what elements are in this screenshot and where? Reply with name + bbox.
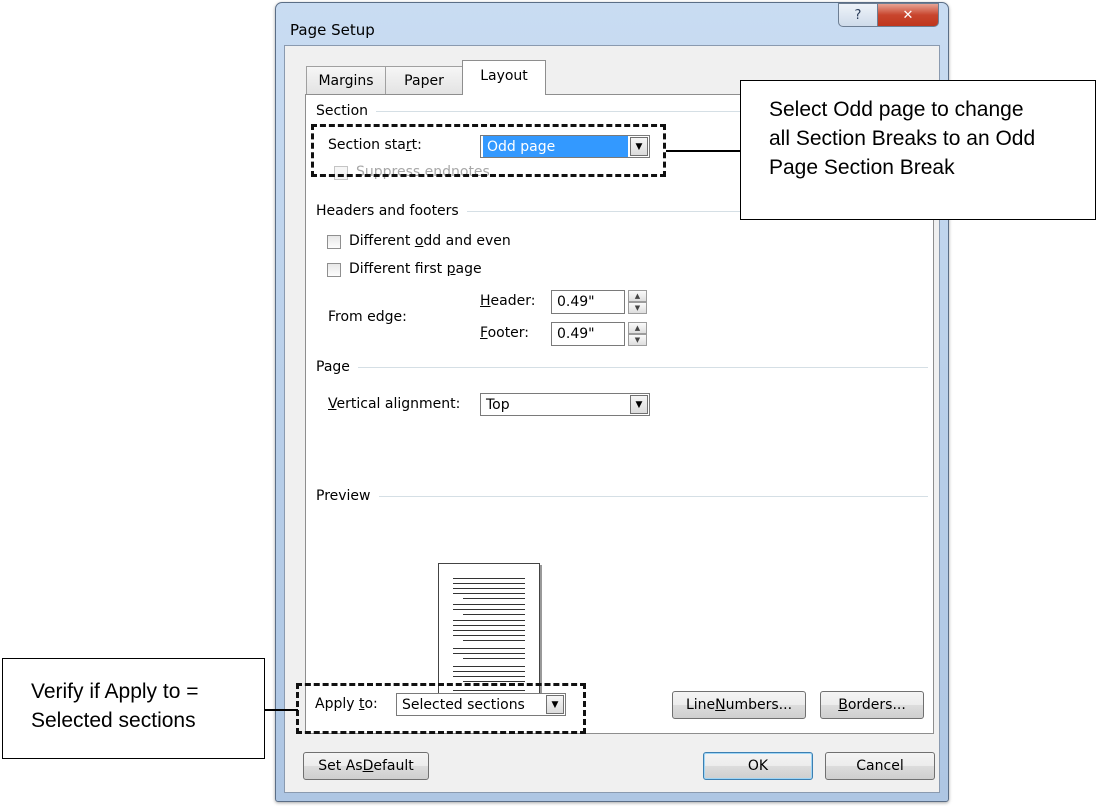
preview-text-line — [453, 676, 525, 677]
different-odd-even-label: Different odd and even — [349, 233, 511, 249]
apply-to-value: Selected sections — [402, 696, 525, 713]
top-callout-line: all Section Breaks to an Odd — [769, 127, 1036, 150]
top-callout-line: Page Section Break — [769, 156, 955, 179]
page-preview-thumbnail — [438, 563, 540, 707]
preview-text-line — [463, 598, 525, 599]
suppress-endnotes-label: Suppress endnotes — [356, 164, 490, 180]
vertical-alignment-value: Top — [486, 396, 510, 413]
preview-text-line — [463, 614, 525, 615]
spin-up-icon[interactable]: ▲ — [628, 322, 647, 334]
preview-divider — [378, 495, 928, 497]
line-numbers-button[interactable]: Line Numbers... — [672, 691, 806, 719]
preview-text-line — [453, 620, 525, 621]
preview-text-line — [463, 681, 525, 682]
preview-text-line — [453, 635, 525, 636]
page-group-label: Page — [316, 359, 350, 375]
tab-margins[interactable]: Margins — [306, 66, 386, 94]
preview-text-line — [453, 671, 525, 672]
preview-group-label: Preview — [316, 488, 371, 504]
ok-button[interactable]: OK — [703, 752, 813, 780]
top-callout: Select Odd page to change all Section Br… — [740, 80, 1096, 220]
top-callout-line: Select Odd page to change — [769, 98, 1024, 121]
preview-text-line — [453, 583, 525, 584]
chevron-down-icon[interactable]: ▼ — [546, 695, 564, 714]
preview-text-line — [453, 593, 525, 594]
footer-distance-stepper[interactable]: ▲ ▼ — [628, 322, 647, 346]
close-icon: ✕ — [902, 7, 914, 23]
set-as-default-button[interactable]: Set As Default — [303, 752, 429, 780]
header-distance-label: Header: — [480, 293, 536, 309]
header-distance-input[interactable]: 0.49" — [551, 290, 625, 314]
preview-text-line — [453, 609, 525, 610]
help-button[interactable]: ? — [838, 3, 878, 27]
cancel-button[interactable]: Cancel — [825, 752, 935, 780]
apply-to-label: Apply to: — [315, 696, 378, 712]
dialog-title: Page Setup — [290, 21, 375, 39]
left-callout-line: Verify if Apply to = — [31, 680, 199, 703]
section-start-select[interactable]: Odd page ▼ — [480, 135, 650, 158]
tab-layout[interactable]: Layout — [462, 60, 546, 95]
from-edge-label: From edge: — [328, 309, 407, 325]
different-first-page-label: Different first page — [349, 261, 482, 277]
suppress-endnotes-checkbox[interactable] — [334, 166, 348, 180]
spin-up-icon[interactable]: ▲ — [628, 290, 647, 302]
left-callout-line: Selected sections — [31, 709, 196, 732]
spin-down-icon[interactable]: ▼ — [628, 302, 647, 314]
preview-text-line — [453, 604, 525, 605]
vertical-alignment-label: Vertical alignment: — [328, 396, 461, 412]
footer-distance-input[interactable]: 0.49" — [551, 322, 625, 346]
preview-text-line — [453, 588, 525, 589]
borders-button[interactable]: Borders... — [820, 691, 924, 719]
preview-text-line — [453, 648, 525, 649]
tab-paper[interactable]: Paper — [385, 66, 463, 94]
preview-text-line — [463, 640, 525, 641]
preview-text-line — [453, 690, 525, 691]
header-distance-stepper[interactable]: ▲ ▼ — [628, 290, 647, 314]
section-start-label: Section start: — [328, 137, 422, 153]
vertical-alignment-select[interactable]: Top ▼ — [480, 393, 650, 416]
chevron-down-icon[interactable]: ▼ — [630, 395, 648, 414]
different-first-page-checkbox[interactable] — [327, 263, 341, 277]
footer-distance-label: Footer: — [480, 325, 530, 341]
top-callout-connector — [666, 150, 742, 152]
preview-text-line — [453, 666, 525, 667]
preview-text-line — [453, 578, 525, 579]
close-button[interactable]: ✕ — [877, 3, 939, 27]
left-callout-connector — [264, 709, 298, 711]
section-group-label: Section — [316, 103, 369, 119]
left-callout: Verify if Apply to = Selected sections — [2, 658, 265, 759]
chevron-down-icon[interactable]: ▼ — [630, 137, 648, 156]
page-divider — [357, 366, 928, 368]
preview-text-line — [453, 630, 525, 631]
page-group-header: Page — [316, 359, 928, 375]
headers-footers-group-label: Headers and footers — [316, 203, 459, 219]
preview-text-line — [453, 625, 525, 626]
spin-down-icon[interactable]: ▼ — [628, 334, 647, 346]
preview-text-line — [453, 653, 525, 654]
section-start-value: Odd page — [483, 136, 628, 157]
different-odd-even-checkbox[interactable] — [327, 235, 341, 249]
apply-to-select[interactable]: Selected sections ▼ — [396, 693, 566, 716]
preview-text-line — [463, 658, 525, 659]
help-icon: ? — [854, 7, 862, 23]
preview-group-header: Preview — [316, 488, 928, 504]
